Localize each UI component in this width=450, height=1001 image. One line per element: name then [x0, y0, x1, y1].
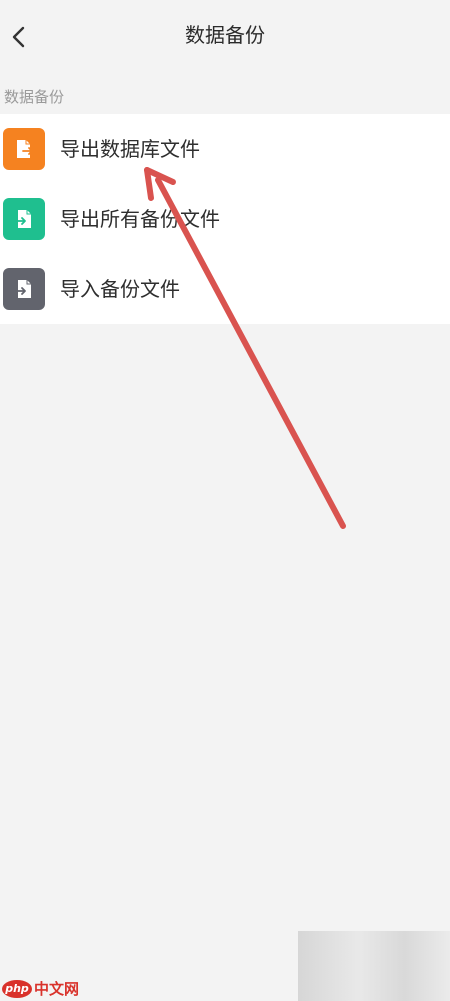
watermark: php 中文网: [2, 978, 79, 999]
export-all-backups-item[interactable]: 导出所有备份文件: [0, 184, 450, 254]
export-all-backups-label: 导出所有备份文件: [60, 207, 220, 231]
export-database-item[interactable]: 导出数据库文件: [0, 114, 450, 184]
import-backup-item[interactable]: 导入备份文件: [0, 254, 450, 324]
backup-menu: 导出数据库文件 导出所有备份文件 导入备份文件: [0, 114, 450, 324]
watermark-text: 中文网: [34, 980, 80, 998]
file-export-icon: [3, 128, 45, 170]
export-database-label: 导出数据库文件: [60, 137, 200, 161]
page-title: 数据备份: [185, 23, 265, 47]
blurred-area: [298, 931, 450, 1001]
file-import-icon: [3, 198, 45, 240]
file-import-icon: [3, 268, 45, 310]
section-label: 数据备份: [4, 88, 65, 106]
app-header: 数据备份: [0, 0, 450, 74]
import-backup-label: 导入备份文件: [60, 277, 180, 301]
watermark-logo: php: [2, 979, 32, 998]
